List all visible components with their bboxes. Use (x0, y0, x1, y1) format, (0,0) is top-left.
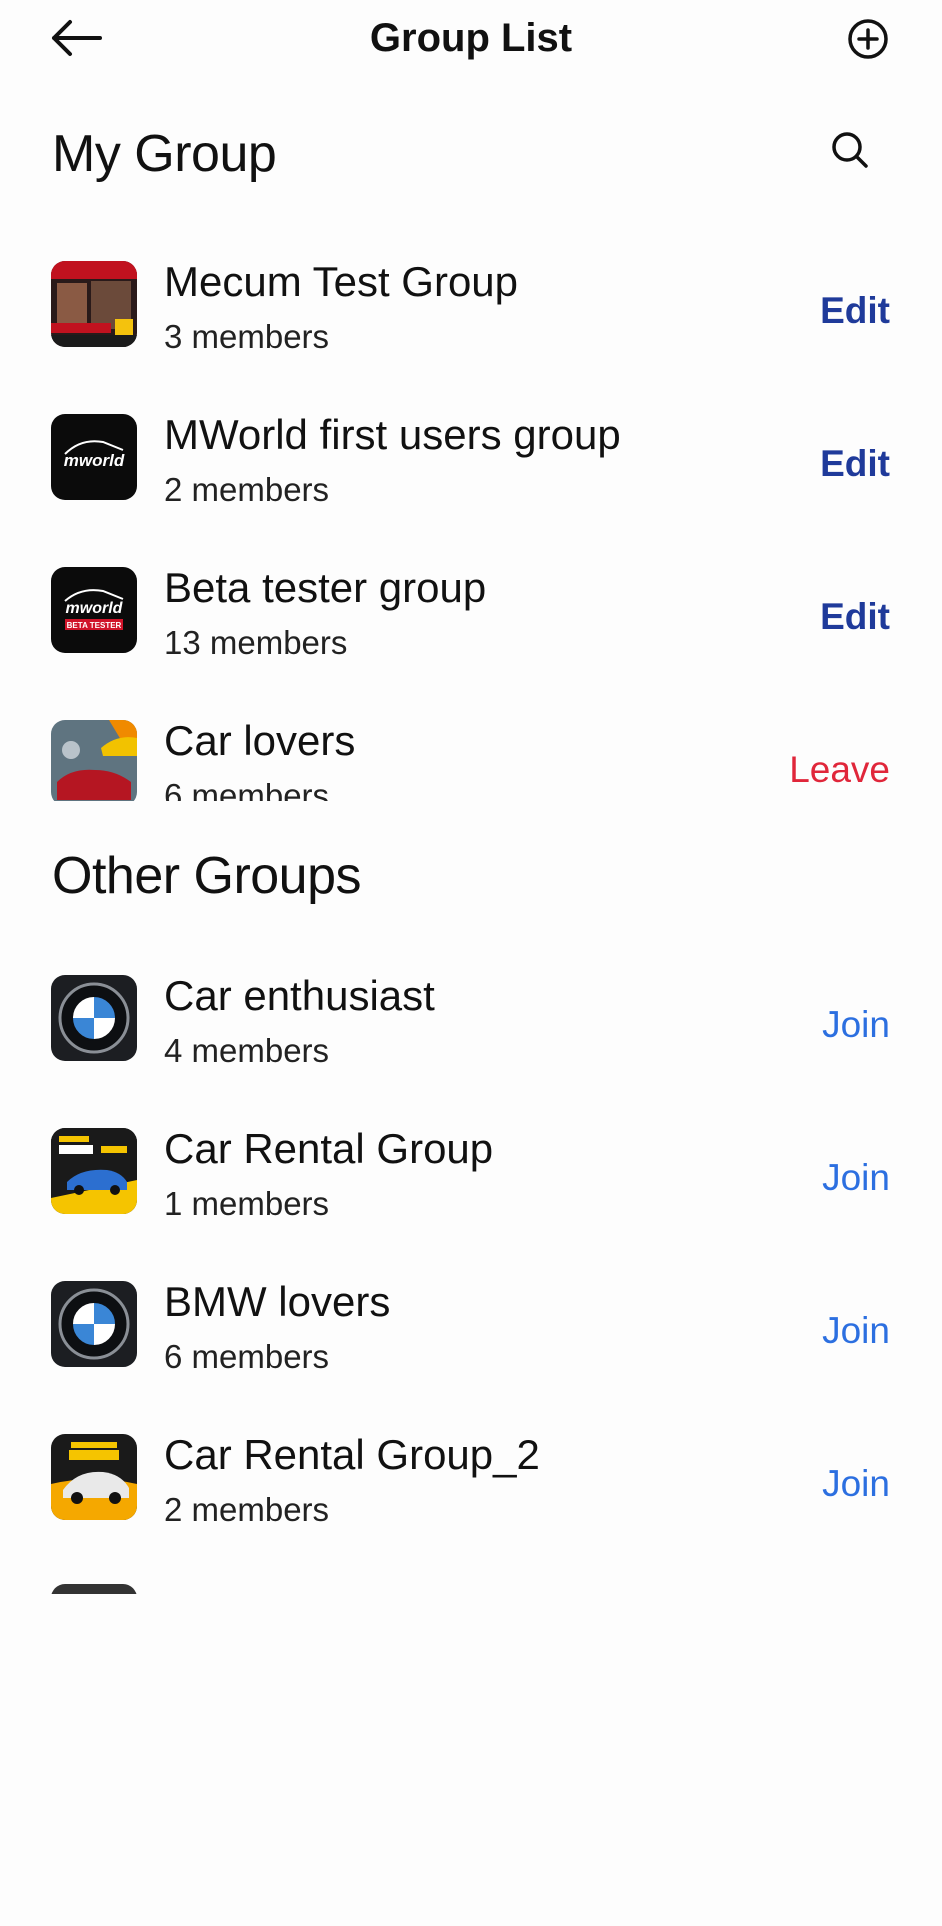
mecum-thumbnail-icon (51, 261, 137, 347)
mworld-logo-icon: mworld (51, 414, 137, 500)
member-count: 1 members (164, 1185, 330, 1222)
member-count: 4 members (164, 1032, 330, 1069)
bmw-logo-icon (51, 1281, 137, 1367)
my-group-list: Mecum Test Group 3 members Edit mworld M… (0, 254, 942, 801)
join-button[interactable]: Join (822, 1310, 890, 1352)
member-count: 13 members (164, 624, 348, 661)
group-name: Beta tester group (164, 564, 487, 611)
list-item[interactable]: mworld MWorld first users group 2 member… (0, 407, 942, 560)
mworld-logo-text: mworld (66, 600, 124, 617)
my-group-heading: My Group (52, 125, 277, 183)
group-avatar-icon (51, 1584, 137, 1594)
member-count: 3 members (164, 318, 330, 355)
join-button[interactable]: Join (822, 1463, 890, 1505)
edit-button[interactable]: Edit (820, 443, 890, 485)
join-button[interactable]: Join (822, 1157, 890, 1199)
car-for-rent-poster-icon (51, 1434, 137, 1520)
search-icon[interactable] (827, 127, 873, 173)
member-count: 6 members (164, 1338, 330, 1375)
leave-button[interactable]: Leave (789, 749, 890, 791)
cars-thumbnail-icon (51, 720, 137, 801)
list-item[interactable]: mworld BETA TESTER Beta tester group 13 … (0, 560, 942, 713)
rent-car-poster-icon (51, 1128, 137, 1214)
join-button[interactable]: Join (822, 1004, 890, 1046)
list-item[interactable]: Car Rental Group 1 members Join (0, 1121, 942, 1274)
other-groups-list: Car enthusiast 4 members Join Car Rental… (0, 968, 942, 1594)
member-count: 2 members (164, 1491, 330, 1528)
page-title: Group List (369, 16, 573, 60)
bmw-logo-icon (51, 975, 137, 1061)
other-groups-heading: Other Groups (52, 847, 362, 905)
group-name: BMW lovers (164, 1278, 391, 1325)
beta-tester-text: BETA TESTER (67, 621, 122, 630)
member-count: 6 members (164, 777, 330, 801)
list-item[interactable]: Car lovers 6 members Leave (0, 713, 942, 801)
list-item[interactable]: BMW lovers 6 members Join (0, 1274, 942, 1427)
group-name: Car Rental Group_2 (164, 1431, 540, 1478)
mworld-beta-logo-icon: mworld BETA TESTER (51, 567, 137, 653)
mworld-logo-text: mworld (64, 451, 125, 470)
group-name: Car lovers (164, 717, 356, 764)
group-name: Mecum Test Group (164, 258, 519, 305)
list-item[interactable]: Car enthusiast 4 members Join (0, 968, 942, 1121)
edit-button[interactable]: Edit (820, 596, 890, 638)
group-name: Car Rental Group (164, 1125, 494, 1172)
top-bar: Group List (0, 0, 942, 80)
list-item[interactable]: Car Rental Group_2 2 members Join (0, 1427, 942, 1580)
group-list-screen: Group List My Group Mecum Test Group 3 m… (0, 0, 942, 1926)
edit-button[interactable]: Edit (820, 290, 890, 332)
member-count: 2 members (164, 471, 330, 508)
group-name: MWorld first users group (164, 411, 621, 458)
group-name: Car enthusiast (164, 972, 435, 1019)
list-item[interactable] (0, 1580, 942, 1594)
add-circle-icon[interactable] (846, 17, 890, 61)
list-item[interactable]: Mecum Test Group 3 members Edit (0, 254, 942, 407)
